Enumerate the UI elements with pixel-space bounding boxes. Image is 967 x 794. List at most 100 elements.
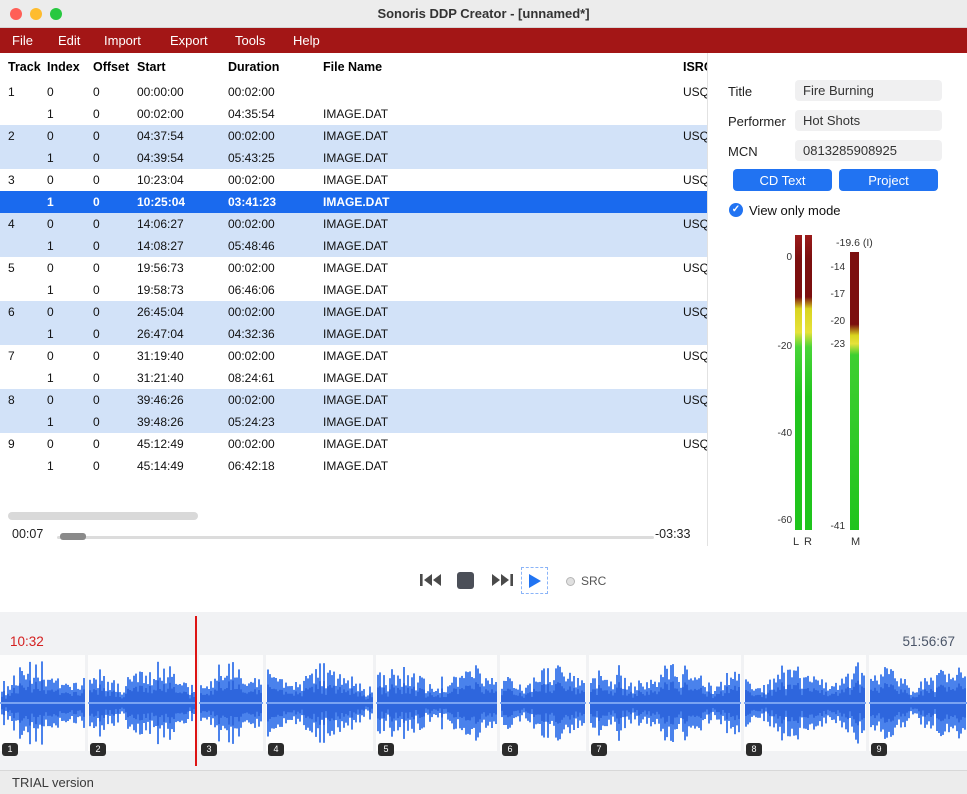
table-row[interactable]: 1019:58:7306:46:06IMAGE.DAT [0, 279, 707, 301]
table-row[interactable]: 80039:46:2600:02:00IMAGE.DATUSQ [0, 389, 707, 411]
cell-index: 0 [47, 389, 93, 411]
table-row[interactable]: 70031:19:4000:02:00IMAGE.DATUSQ [0, 345, 707, 367]
column-header-offset[interactable]: Offset [93, 53, 137, 81]
waveform-track-segment[interactable] [500, 655, 586, 751]
elapsed-time: 00:07 [12, 527, 43, 541]
menu-item-export[interactable]: Export [170, 28, 208, 53]
menu-item-help[interactable]: Help [293, 28, 320, 53]
cell-index: 1 [47, 323, 93, 345]
table-horizontal-scrollbar[interactable] [8, 512, 198, 520]
waveform-strip[interactable]: 1 2 3 4 5 6 7 8 9 [0, 655, 967, 760]
column-header-start[interactable]: Start [137, 53, 228, 81]
cell-track: 5 [8, 257, 47, 279]
performer-field[interactable] [795, 110, 942, 131]
view-only-checkbox-icon[interactable]: ✓ [729, 203, 743, 217]
m-meter-scale-label: -41 [815, 521, 845, 532]
waveform-track-segment[interactable] [199, 655, 263, 751]
cell-isrc [683, 455, 707, 477]
cell-start: 00:00:00 [137, 81, 228, 103]
waveform-track-number[interactable]: 6 [502, 743, 518, 756]
waveform-track-number[interactable]: 2 [90, 743, 106, 756]
table-row[interactable]: 30010:23:0400:02:00IMAGE.DATUSQ [0, 169, 707, 191]
menu-item-edit[interactable]: Edit [58, 28, 80, 53]
play-button[interactable] [521, 567, 548, 594]
cell-isrc: USQ [683, 301, 707, 323]
stop-icon[interactable] [457, 572, 474, 589]
cell-offset: 0 [93, 433, 137, 455]
lr-meter-scale-label: -40 [760, 428, 792, 439]
table-row[interactable]: 40014:06:2700:02:00IMAGE.DATUSQ [0, 213, 707, 235]
waveform-track-number[interactable]: 1 [2, 743, 18, 756]
table-row[interactable]: 1010:25:0403:41:23IMAGE.DAT [0, 191, 707, 213]
table-row[interactable]: 60026:45:0400:02:00IMAGE.DATUSQ [0, 301, 707, 323]
table-row[interactable]: 1031:21:4008:24:61IMAGE.DAT [0, 367, 707, 389]
waveform-track-number[interactable]: 3 [201, 743, 217, 756]
waveform-track-number[interactable]: 4 [268, 743, 284, 756]
cd-text-button[interactable]: CD Text [733, 169, 832, 191]
waveform-graphic [869, 655, 967, 751]
table-row[interactable]: 1026:47:0404:32:36IMAGE.DAT [0, 323, 707, 345]
mcn-field[interactable] [795, 140, 942, 161]
cell-track [8, 279, 47, 301]
column-header-track[interactable]: Track [8, 53, 47, 81]
column-header-isrc[interactable]: ISRC [683, 53, 707, 81]
table-row[interactable]: 1039:48:2605:24:23IMAGE.DAT [0, 411, 707, 433]
seek-slider[interactable] [57, 536, 654, 539]
seek-slider-thumb[interactable] [60, 533, 86, 540]
waveform-track-segment[interactable] [744, 655, 866, 751]
src-indicator-led[interactable] [566, 577, 575, 586]
cell-index: 1 [47, 279, 93, 301]
waveform-track-number[interactable]: 9 [871, 743, 887, 756]
waveform-track-segment[interactable] [869, 655, 967, 751]
menu-item-tools[interactable]: Tools [235, 28, 265, 53]
playhead-line[interactable] [195, 616, 197, 766]
waveform-graphic [266, 655, 373, 751]
cell-file: IMAGE.DAT [323, 433, 683, 455]
waveform-track-number[interactable]: 7 [591, 743, 607, 756]
cell-duration: 00:02:00 [228, 389, 323, 411]
table-row[interactable]: 90045:12:4900:02:00IMAGE.DATUSQ [0, 433, 707, 455]
cell-duration: 00:02:00 [228, 257, 323, 279]
waveform-track-segment[interactable] [589, 655, 741, 751]
cell-offset: 0 [93, 455, 137, 477]
waveform-track-number[interactable]: 5 [378, 743, 394, 756]
table-row[interactable]: 10000:00:0000:02:00USQ [0, 81, 707, 103]
waveform-track-segment[interactable] [376, 655, 497, 751]
waveform-track-segment[interactable] [266, 655, 373, 751]
cell-track: 8 [8, 389, 47, 411]
cell-offset: 0 [93, 191, 137, 213]
cell-track: 2 [8, 125, 47, 147]
table-row[interactable]: 1000:02:0004:35:54IMAGE.DAT [0, 103, 707, 125]
waveform-track-number[interactable]: 8 [746, 743, 762, 756]
cell-index: 1 [47, 455, 93, 477]
table-row[interactable]: 1014:08:2705:48:46IMAGE.DAT [0, 235, 707, 257]
menu-item-import[interactable]: Import [104, 28, 141, 53]
cell-offset: 0 [93, 367, 137, 389]
cell-duration: 05:48:46 [228, 235, 323, 257]
cell-offset: 0 [93, 213, 137, 235]
table-row[interactable]: 1045:14:4906:42:18IMAGE.DAT [0, 455, 707, 477]
cell-index: 1 [47, 411, 93, 433]
table-row[interactable]: 20004:37:5400:02:00IMAGE.DATUSQ [0, 125, 707, 147]
title-field[interactable] [795, 80, 942, 101]
menu-item-file[interactable]: File [12, 28, 33, 53]
cell-index: 0 [47, 433, 93, 455]
cell-isrc: USQ [683, 433, 707, 455]
column-header-index[interactable]: Index [47, 53, 93, 81]
column-header-duration[interactable]: Duration [228, 53, 323, 81]
table-row[interactable]: 50019:56:7300:02:00IMAGE.DATUSQ [0, 257, 707, 279]
cell-isrc: USQ [683, 389, 707, 411]
previous-track-icon[interactable] [419, 571, 442, 589]
cell-track: 9 [8, 433, 47, 455]
cell-offset: 0 [93, 301, 137, 323]
next-track-icon[interactable] [491, 571, 514, 589]
cell-file: IMAGE.DAT [323, 279, 683, 301]
waveform-track-segment[interactable] [88, 655, 196, 751]
waveform-track-segment[interactable] [0, 655, 85, 751]
table-row[interactable]: 1004:39:5405:43:25IMAGE.DAT [0, 147, 707, 169]
cell-offset: 0 [93, 147, 137, 169]
project-button[interactable]: Project [839, 169, 938, 191]
column-header-filename[interactable]: File Name [323, 53, 683, 81]
level-meters: -19.6 (I) L R M 0-20-40-60-14-17-20-23-4… [760, 230, 967, 560]
cell-isrc [683, 279, 707, 301]
